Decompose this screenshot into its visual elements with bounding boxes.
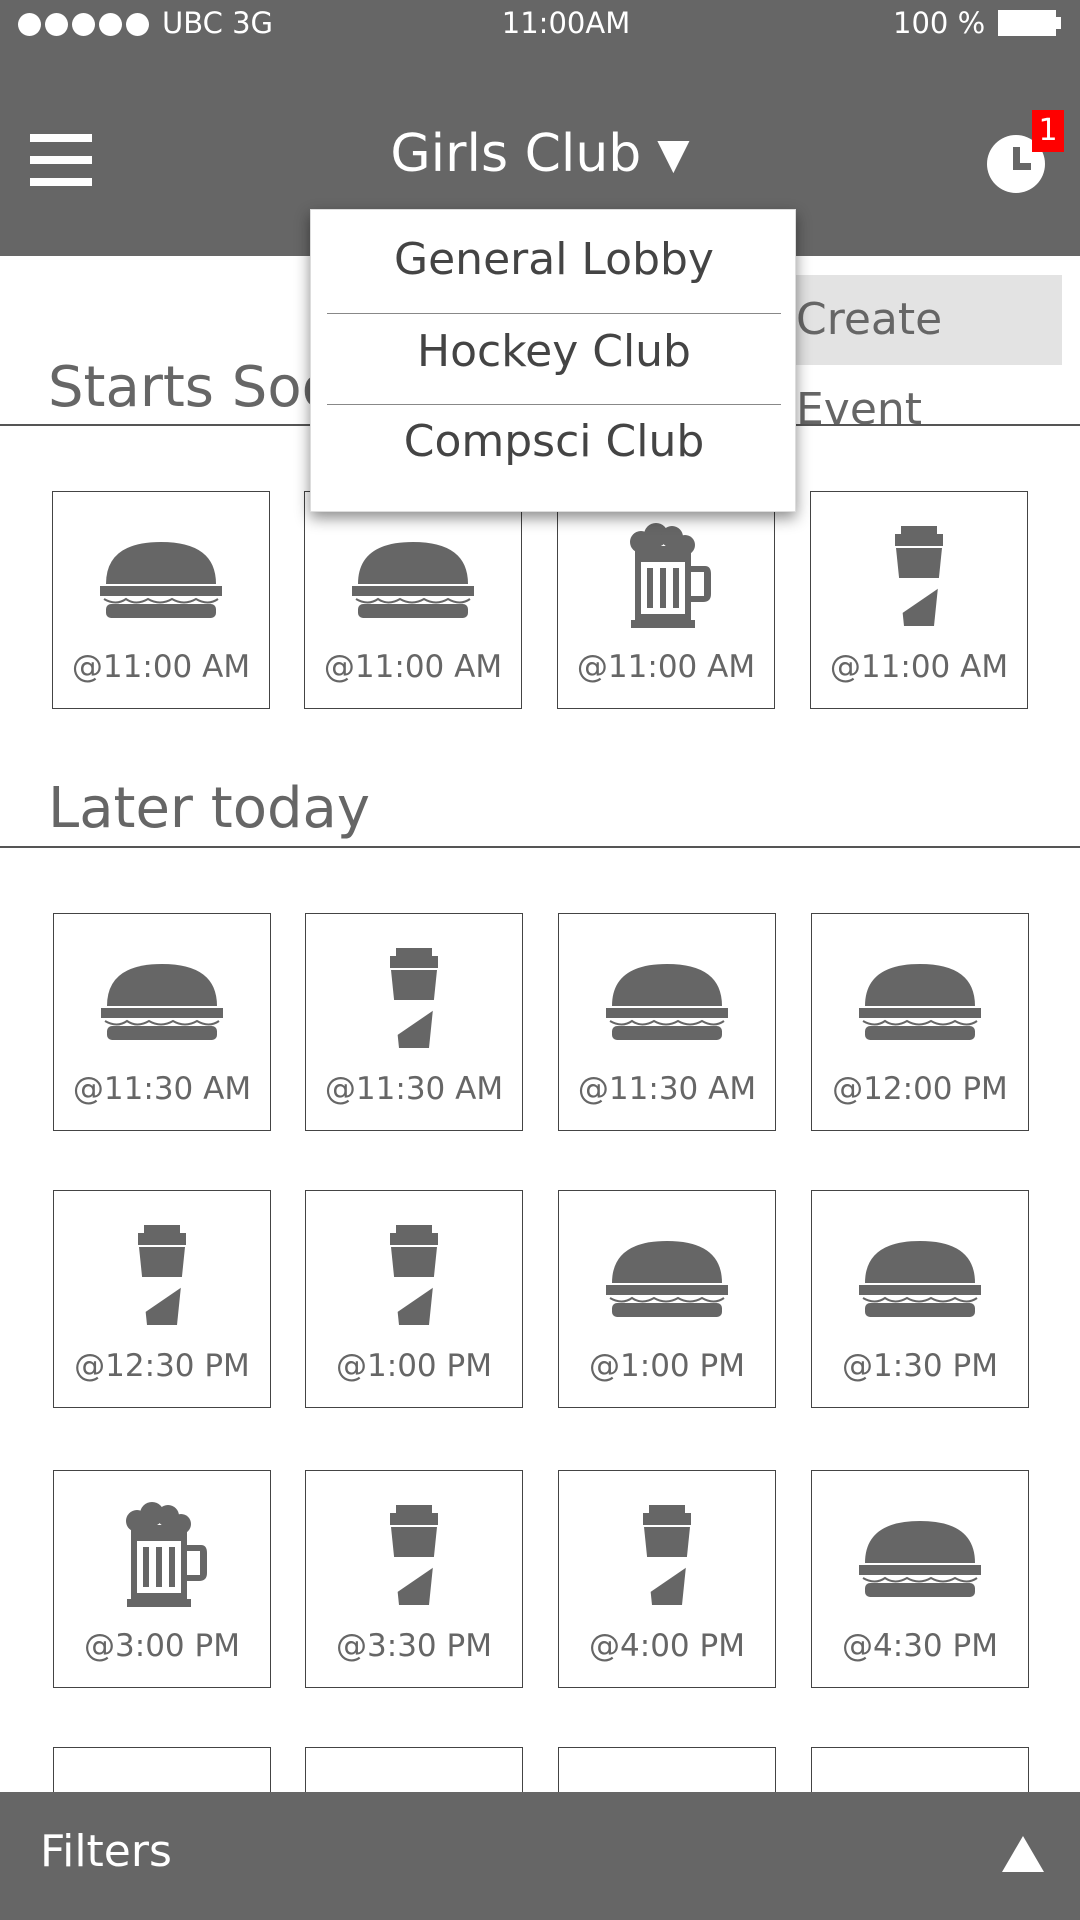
section-divider: [0, 846, 1080, 848]
event-time: @12:30 PM: [74, 1348, 250, 1384]
event-tile[interactable]: @12:30 PM: [53, 1190, 271, 1408]
event-tile[interactable]: @3:00 PM: [53, 1470, 271, 1688]
dropdown-item-hockey-club[interactable]: Hockey Club: [327, 308, 781, 396]
battery-icon: [998, 10, 1056, 36]
event-time: @1:00 PM: [336, 1348, 492, 1384]
status-bar: UBC 3G 11:00AM 100 %: [0, 0, 1080, 48]
event-time: @11:00 AM: [323, 649, 503, 685]
event-tile[interactable]: @11:30 AM: [53, 913, 271, 1131]
burger-icon: [96, 522, 226, 632]
event-time: @12:00 PM: [832, 1071, 1008, 1107]
section-title-later-today: Later today: [48, 776, 370, 841]
event-time: @4:00 PM: [589, 1628, 745, 1664]
event-tile[interactable]: @4:30 PM: [811, 1470, 1029, 1688]
notification-badge: 1: [1032, 110, 1064, 152]
event-tile[interactable]: @11:00 AM: [810, 491, 1028, 709]
club-name: Girls Club: [390, 124, 642, 184]
burger-icon: [97, 944, 227, 1054]
burger-icon: [348, 522, 478, 632]
event-tile[interactable]: @12:00 PM: [811, 913, 1029, 1131]
coffee-cup-icon: [97, 1221, 227, 1331]
coffee-cup-icon: [349, 1221, 479, 1331]
beer-icon: [97, 1501, 227, 1611]
coffee-cup-icon: [349, 1501, 479, 1611]
burger-icon: [855, 944, 985, 1054]
event-tile[interactable]: @4:00 PM: [558, 1470, 776, 1688]
event-tile[interactable]: @11:00 AM: [52, 491, 270, 709]
event-time: @11:00 AM: [829, 649, 1009, 685]
coffee-cup-icon: [602, 1501, 732, 1611]
event-time: @11:30 AM: [577, 1071, 757, 1107]
event-time: @11:30 AM: [72, 1071, 252, 1107]
burger-icon: [602, 1221, 732, 1331]
event-time: @11:00 AM: [576, 649, 756, 685]
expand-up-icon: [1002, 1836, 1044, 1872]
event-tile[interactable]: @1:00 PM: [558, 1190, 776, 1408]
club-dropdown: General Lobby Hockey Club Compsci Club: [310, 209, 796, 512]
filters-bar[interactable]: Filters: [0, 1792, 1080, 1920]
burger-icon: [855, 1221, 985, 1331]
battery-tip-icon: [1056, 17, 1061, 29]
event-tile[interactable]: @1:00 PM: [305, 1190, 523, 1408]
beer-icon: [601, 522, 731, 632]
event-time: @4:30 PM: [842, 1628, 998, 1664]
event-time: @1:30 PM: [842, 1348, 998, 1384]
event-tile[interactable]: @1:30 PM: [811, 1190, 1029, 1408]
event-tile[interactable]: @11:00 AM: [304, 491, 522, 709]
dropdown-item-general-lobby[interactable]: General Lobby: [327, 216, 781, 304]
coffee-cup-icon: [349, 944, 479, 1054]
event-time: @1:00 PM: [589, 1348, 745, 1384]
event-tile[interactable]: @11:00 AM: [557, 491, 775, 709]
caret-down-icon: ▼: [657, 129, 690, 178]
event-time: @11:30 AM: [324, 1071, 504, 1107]
event-time: @3:00 PM: [84, 1628, 240, 1664]
event-time: @3:30 PM: [336, 1628, 492, 1664]
dropdown-item-compsci-club[interactable]: Compsci Club: [327, 398, 781, 486]
create-event-button[interactable]: Create Event: [770, 275, 1062, 435]
filters-label: Filters: [40, 1826, 172, 1877]
event-tile[interactable]: @3:30 PM: [305, 1470, 523, 1688]
event-tile[interactable]: @11:30 AM: [558, 913, 776, 1131]
coffee-cup-icon: [854, 522, 984, 632]
event-tile[interactable]: @11:30 AM: [305, 913, 523, 1131]
burger-icon: [602, 944, 732, 1054]
club-selector[interactable]: Girls Club ▼: [0, 124, 1080, 184]
battery-percentage: 100 %: [893, 6, 986, 40]
event-time: @11:00 AM: [71, 649, 251, 685]
burger-icon: [855, 1501, 985, 1611]
